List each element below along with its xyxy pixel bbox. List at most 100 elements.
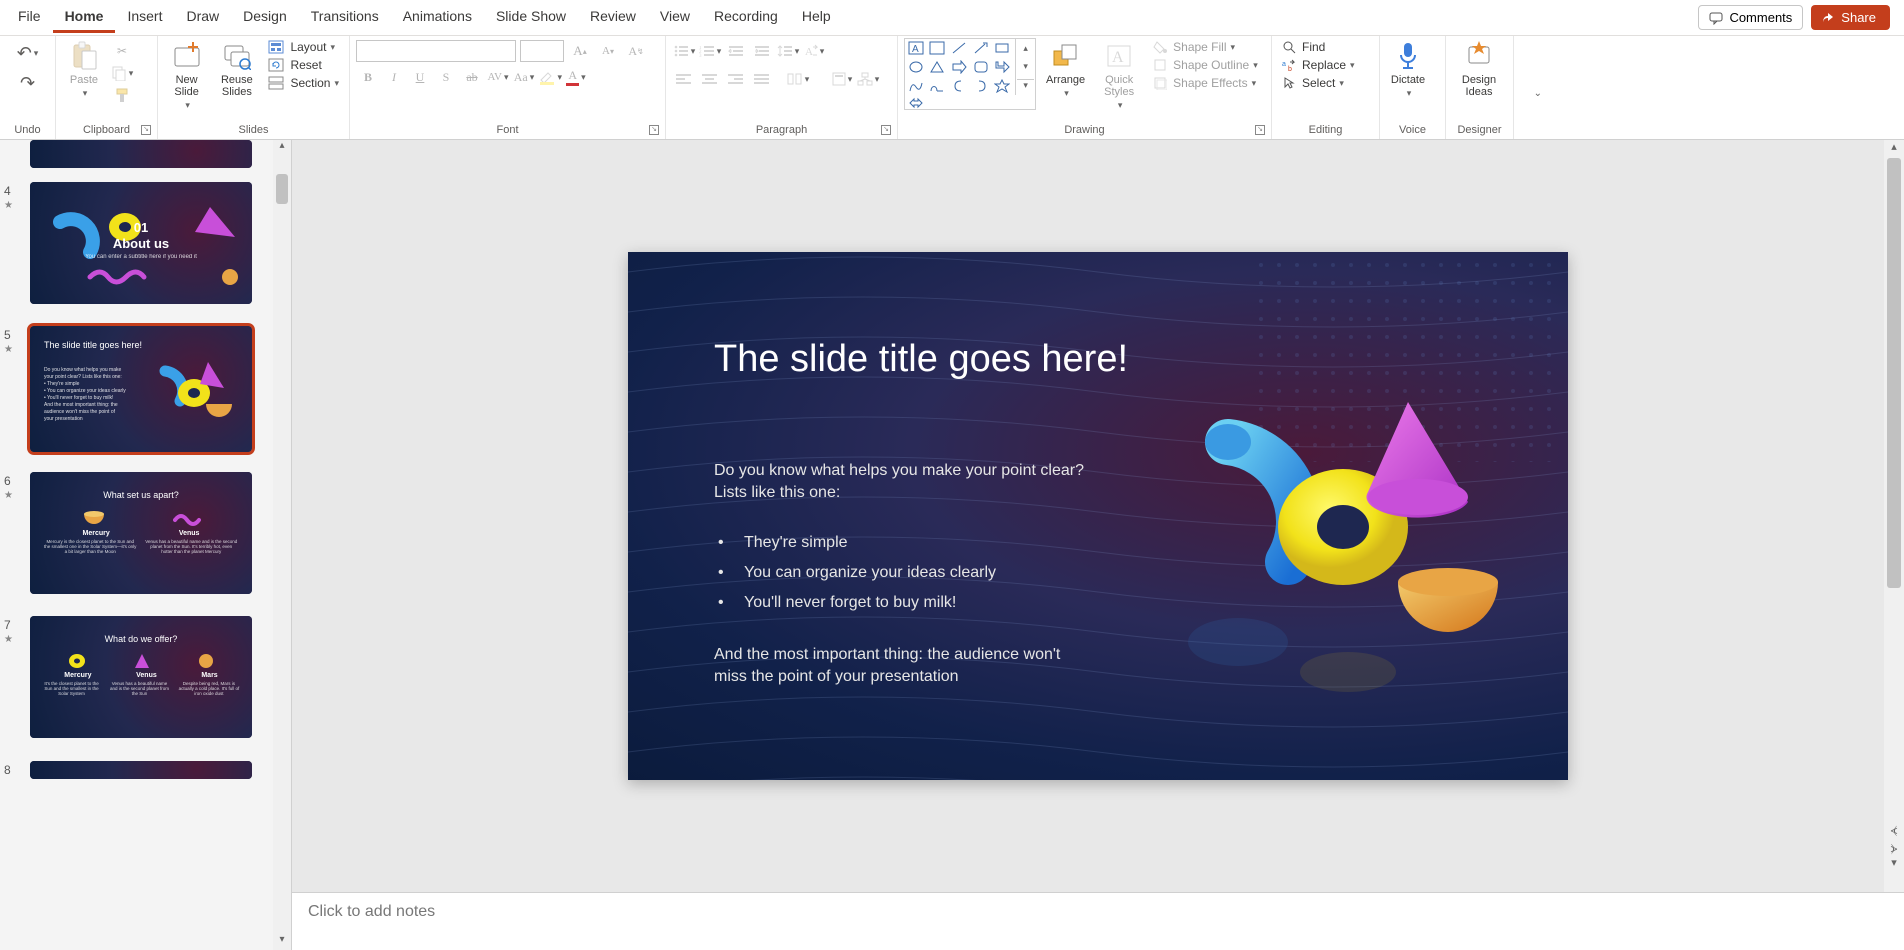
slide-thumbnail[interactable] bbox=[30, 761, 252, 779]
text-shadow-button[interactable]: S bbox=[434, 66, 458, 88]
slide-bullet: They're simple bbox=[714, 534, 1094, 552]
bullets-button[interactable]: ▾ bbox=[672, 40, 696, 62]
align-left-button[interactable] bbox=[672, 68, 696, 90]
slide-closing[interactable]: And the most important thing: the audien… bbox=[714, 644, 1084, 687]
share-button[interactable]: Share bbox=[1811, 5, 1890, 30]
select-button[interactable]: Select▾ bbox=[1278, 74, 1348, 92]
shapes-scroll-up[interactable]: ▴ bbox=[1023, 43, 1028, 54]
thumb-scroll-down[interactable]: ▾ bbox=[273, 934, 291, 950]
tab-transitions[interactable]: Transitions bbox=[299, 2, 391, 33]
tab-file[interactable]: File bbox=[6, 2, 53, 33]
slide-intro[interactable]: Do you know what helps you make your poi… bbox=[714, 460, 1084, 503]
font-size-input[interactable] bbox=[520, 40, 564, 62]
notes-pane[interactable]: Click to add notes bbox=[292, 892, 1904, 950]
layout-button[interactable]: Layout▾ bbox=[264, 38, 343, 56]
slide-thumbnail[interactable]: What do we offer?MercuryVenusMarsIt's th… bbox=[30, 616, 252, 738]
thumb-scroll-handle[interactable] bbox=[276, 174, 288, 204]
arrange-button[interactable]: Arrange▾ bbox=[1042, 38, 1089, 101]
tab-view[interactable]: View bbox=[648, 2, 702, 33]
editor-scroll-handle[interactable] bbox=[1887, 158, 1901, 588]
smartart-button[interactable]: ▾ bbox=[856, 68, 880, 90]
format-painter-button[interactable] bbox=[110, 84, 134, 106]
mic-icon bbox=[1396, 41, 1420, 71]
group-label-undo: Undo bbox=[6, 122, 49, 139]
comments-button[interactable]: Comments bbox=[1698, 5, 1803, 30]
slide-canvas[interactable]: The slide title goes here! Do you know w… bbox=[628, 252, 1568, 780]
slide-thumbnail[interactable]: What set us apart?MercuryVenusMercury is… bbox=[30, 472, 252, 594]
text-direction-button[interactable]: A▾ bbox=[802, 40, 826, 62]
collapse-ribbon-button[interactable]: ⌄ bbox=[1534, 88, 1542, 99]
align-center-button[interactable] bbox=[698, 68, 722, 90]
shape-outline-button[interactable]: Shape Outline▾ bbox=[1149, 56, 1262, 74]
prev-slide-button[interactable]: ⦓ bbox=[1884, 823, 1904, 838]
editor-scrollbar[interactable]: ▴ ⦓ ⦔ ▾ bbox=[1884, 140, 1904, 892]
shapes-expand[interactable]: ▾ bbox=[1017, 79, 1034, 91]
italic-button[interactable]: I bbox=[382, 66, 406, 88]
tab-recording[interactable]: Recording bbox=[702, 2, 790, 33]
workspace: 4★01About usYou can enter a subtitle her… bbox=[0, 140, 1904, 950]
shape-effects-button[interactable]: Shape Effects▾ bbox=[1149, 74, 1262, 92]
font-name-input[interactable] bbox=[356, 40, 516, 62]
increase-indent-button[interactable] bbox=[750, 40, 774, 62]
shape-fill-button[interactable]: Shape Fill▾ bbox=[1149, 38, 1262, 56]
font-color-button[interactable]: A▾ bbox=[564, 66, 588, 88]
svg-text:a: a bbox=[1282, 61, 1286, 68]
highlight-button[interactable]: ▾ bbox=[538, 66, 562, 88]
quick-styles-button[interactable]: A Quick Styles▾ bbox=[1095, 38, 1143, 113]
slide-bullets[interactable]: They're simple You can organize your idea… bbox=[714, 522, 1094, 624]
tab-help[interactable]: Help bbox=[790, 2, 843, 33]
thumb-scroll-up[interactable]: ▴ bbox=[273, 140, 291, 156]
slide-bullet: You can organize your ideas clearly bbox=[714, 564, 1094, 582]
thumbnail-scrollbar[interactable]: ▴ ▾ bbox=[273, 140, 291, 950]
tab-slide-show[interactable]: Slide Show bbox=[484, 2, 578, 33]
clear-formatting-button[interactable]: A↯ bbox=[624, 40, 648, 62]
paragraph-launcher[interactable]: ↘ bbox=[881, 125, 891, 135]
dictate-button[interactable]: Dictate▾ bbox=[1386, 38, 1430, 101]
line-spacing-button[interactable]: ▾ bbox=[776, 40, 800, 62]
find-button[interactable]: Find bbox=[1278, 38, 1329, 56]
section-button[interactable]: Section▾ bbox=[264, 74, 343, 92]
underline-button[interactable]: U bbox=[408, 66, 432, 88]
tab-design[interactable]: Design bbox=[231, 2, 299, 33]
design-ideas-button[interactable]: Design Ideas bbox=[1452, 38, 1506, 100]
align-text-button[interactable]: ▾ bbox=[830, 68, 854, 90]
tab-home[interactable]: Home bbox=[53, 2, 116, 33]
slide-number: 6 bbox=[4, 474, 11, 488]
decrease-font-button[interactable]: A▾ bbox=[596, 40, 620, 62]
drawing-launcher[interactable]: ↘ bbox=[1255, 125, 1265, 135]
shapes-gallery[interactable]: A ▴ ▾ ▾ bbox=[904, 38, 1036, 110]
copy-button[interactable]: ▾ bbox=[110, 62, 134, 84]
font-launcher[interactable]: ↘ bbox=[649, 125, 659, 135]
next-slide-button[interactable]: ⦔ bbox=[1884, 841, 1904, 856]
slide-thumbnail[interactable]: The slide title goes here!Do you know wh… bbox=[30, 326, 252, 452]
paste-button[interactable]: Paste ▾ bbox=[62, 38, 106, 101]
justify-button[interactable] bbox=[750, 68, 774, 90]
char-spacing-button[interactable]: AV▾ bbox=[486, 66, 510, 88]
editor-scroll-down[interactable]: ▾ bbox=[1884, 856, 1904, 874]
new-slide-button[interactable]: New Slide▾ bbox=[164, 38, 209, 113]
clipboard-launcher[interactable]: ↘ bbox=[141, 125, 151, 135]
increase-font-button[interactable]: A▴ bbox=[568, 40, 592, 62]
shapes-scroll-down[interactable]: ▾ bbox=[1023, 61, 1028, 72]
tab-draw[interactable]: Draw bbox=[174, 2, 231, 33]
decrease-indent-button[interactable] bbox=[724, 40, 748, 62]
tab-insert[interactable]: Insert bbox=[115, 2, 174, 33]
change-case-button[interactable]: Aa▾ bbox=[512, 66, 536, 88]
bold-button[interactable]: B bbox=[356, 66, 380, 88]
tab-review[interactable]: Review bbox=[578, 2, 648, 33]
reset-button[interactable]: Reset bbox=[264, 56, 343, 74]
reuse-slides-button[interactable]: Reuse Slides bbox=[213, 38, 260, 100]
slide-thumbnail[interactable] bbox=[30, 140, 252, 168]
replace-button[interactable]: abReplace▾ bbox=[1278, 56, 1359, 74]
align-right-button[interactable] bbox=[724, 68, 748, 90]
strikethrough-button[interactable]: ab bbox=[460, 66, 484, 88]
columns-button[interactable]: ▾ bbox=[786, 68, 810, 90]
redo-button[interactable]: ↷ bbox=[16, 72, 40, 94]
undo-button[interactable]: ↶▾ bbox=[16, 42, 40, 64]
tab-animations[interactable]: Animations bbox=[391, 2, 484, 33]
slide-thumbnail[interactable]: 01About usYou can enter a subtitle here … bbox=[30, 182, 252, 304]
cut-button[interactable]: ✂ bbox=[110, 40, 134, 62]
slide-title[interactable]: The slide title goes here! bbox=[714, 336, 1144, 384]
numbering-button[interactable]: 123▾ bbox=[698, 40, 722, 62]
editor-scroll-up[interactable]: ▴ bbox=[1884, 140, 1904, 158]
